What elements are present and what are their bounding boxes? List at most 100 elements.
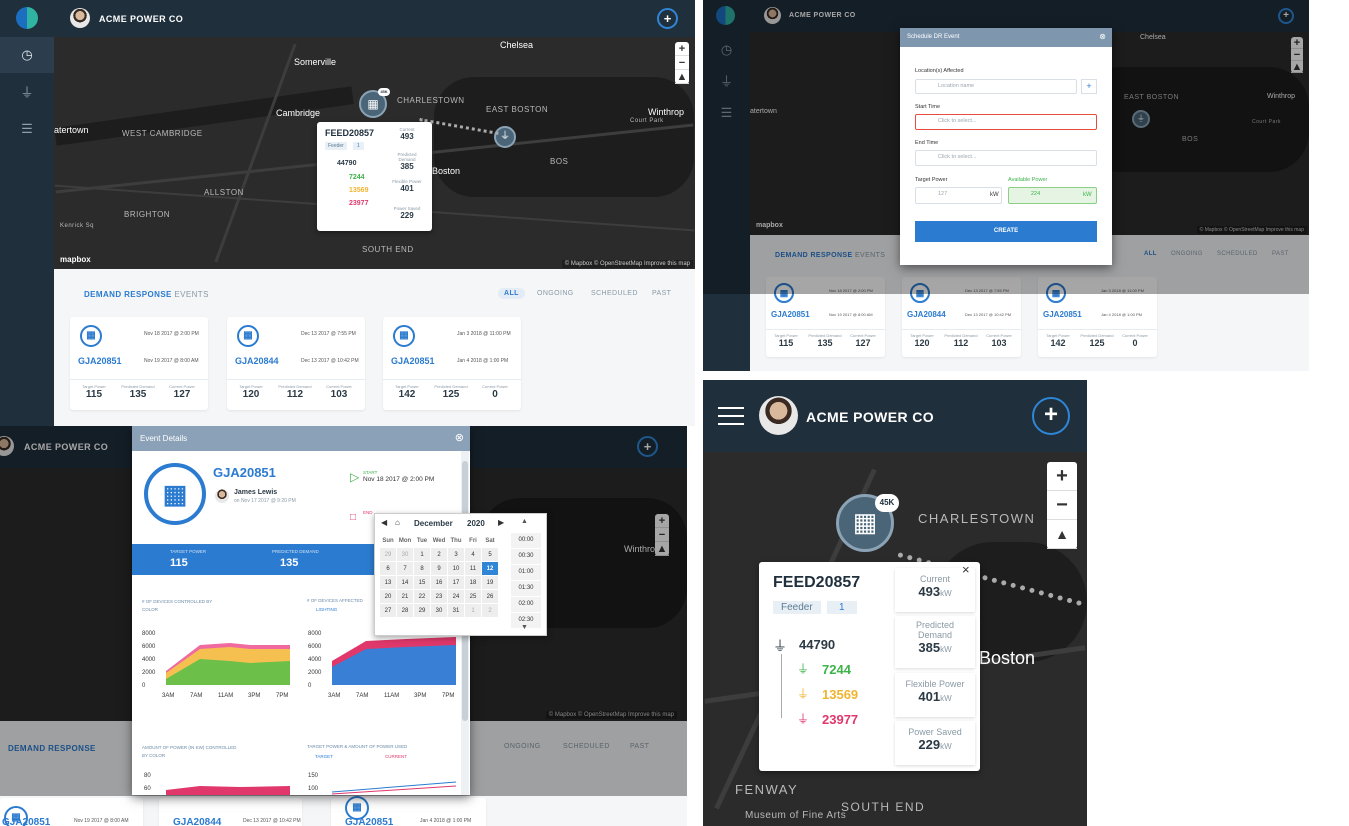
dr-title: DEMAND RESPONSE [84,290,172,299]
filter-scheduled[interactable]: SCHEDULED [591,290,638,297]
time-up-icon[interactable]: ▲ [521,518,528,525]
map[interactable]: Chelsea Somerville Cambridge CHARLESTOWN… [54,37,695,269]
event-card[interactable]: ▦ GJA20851 Nov 19 2017 @ 8:00 AM [0,798,143,826]
time-option[interactable]: 01:30 [511,581,541,596]
day-cell-selected[interactable]: 12 [481,561,499,576]
sidebar-sliders-icon[interactable]: ☰ [0,111,54,147]
start-time-input[interactable]: Click to select... [915,114,1097,130]
home-icon[interactable]: ⌂ [395,518,400,527]
schedule-modal: Schedule DR Event ⊗ Location(s) Affected… [900,28,1112,265]
add-location-button[interactable]: + [1081,79,1097,94]
day-cell[interactable]: 25 [464,589,482,604]
time-option[interactable]: 00:00 [511,533,541,548]
event-card[interactable]: ▦ GJA20851 Jan 4 2018 @ 1:00 PM [331,796,486,826]
zoom-out-button[interactable]: − [675,56,689,70]
event-card[interactable]: ▦ GJA20844 Dec 13 2017 @ 7:55 PM Dec 13 … [227,317,365,410]
target-power-input[interactable]: 127 [915,187,1002,204]
day-cell[interactable]: 6 [379,561,397,576]
create-button[interactable]: CREATE [915,221,1097,242]
event-card[interactable]: GJA20844 Dec 13 2017 @ 10:42 PM [159,798,302,826]
time-down-icon[interactable]: ▼ [521,624,528,631]
card-target: Target Power 115 [74,384,114,400]
panel-schedule: ACME POWER CO + ◷ ⏚ ☰ Chelsea EAST BOSTO… [703,0,1309,371]
sidebar-clock-icon[interactable]: ◷ [0,37,54,73]
day-cell[interactable]: 11 [464,561,482,576]
day-cell[interactable]: 2 [430,547,448,562]
stat-current: Current 493 [389,127,425,141]
day-cell[interactable]: 16 [430,575,448,590]
day-cell[interactable]: 30 [430,603,448,618]
day-cell[interactable]: 23 [430,589,448,604]
day-cell[interactable]: 27 [379,603,397,618]
location-pin[interactable]: ⏚ [494,126,516,148]
day-cell[interactable]: 2 [481,603,499,618]
add-event-button[interactable]: + [657,8,678,29]
time-option[interactable]: 02:00 [511,597,541,612]
time-option[interactable]: 01:00 [511,565,541,580]
close-icon[interactable]: ⊗ [455,431,464,444]
day-cell[interactable]: 20 [379,589,397,604]
day-cell[interactable]: 31 [447,603,465,618]
day-cell[interactable]: 17 [447,575,465,590]
hamburger-menu-icon[interactable] [718,407,744,425]
year-select[interactable]: 2020 [467,519,485,528]
card-name: GJA20851 [1043,310,1082,319]
day-cell[interactable]: 15 [413,575,431,590]
day-cell[interactable]: 8 [413,561,431,576]
day-cell[interactable]: 4 [464,547,482,562]
zoom-controls: + − ▲ [1047,462,1077,549]
map-attribution[interactable]: © Mapbox © OpenStreetMap Improve this ma… [561,260,693,268]
y-tick: 2000 [308,670,322,676]
month-select[interactable]: December [414,519,453,528]
week-row: 6 7 8 9 10 11 12 [379,561,499,576]
map-label: BRIGHTON [124,210,171,219]
compass-button[interactable]: ▲ [675,70,689,84]
zoom-in-button[interactable]: + [675,42,689,56]
add-event-button[interactable]: + [1032,397,1070,435]
day-cell[interactable]: 24 [447,589,465,604]
day-cell[interactable]: 10 [447,561,465,576]
day-cell[interactable]: 26 [481,589,499,604]
day-cell[interactable]: 5 [481,547,499,562]
prev-month-icon[interactable]: ◀ [381,518,387,527]
zoom-out-button[interactable]: − [1047,491,1077,520]
day-cell[interactable]: 18 [464,575,482,590]
stat-value: 103 [991,338,1007,348]
day-cell[interactable]: 29 [379,547,397,562]
next-month-icon[interactable]: ▶ [498,518,504,527]
map-label: Winthrop [648,107,685,117]
day-cell[interactable]: 1 [464,603,482,618]
map[interactable]: CHARLESTOWN Boston FENWAY SOUTH END Muse… [703,452,1087,826]
map-label: Court Park [630,118,664,124]
day-cell[interactable]: 7 [396,561,414,576]
day-cell[interactable]: 1 [413,547,431,562]
day-cell[interactable]: 22 [413,589,431,604]
day-cell[interactable]: 3 [447,547,465,562]
day-cell[interactable]: 29 [413,603,431,618]
day-cell[interactable]: 9 [430,561,448,576]
time-option[interactable]: 00:30 [511,549,541,564]
avatar[interactable] [70,8,90,28]
avatar[interactable] [759,396,798,435]
target-power-value: 115 [170,557,188,569]
event-card[interactable]: ▦ GJA20851 Jan 3 2018 @ 11:00 PM Jan 4 2… [383,317,521,410]
end-time-input[interactable]: Click to select... [915,150,1097,166]
day-cell[interactable]: 19 [481,575,499,590]
feeder-tag: Feeder [325,142,347,150]
close-icon[interactable]: ⊗ [1099,32,1106,41]
event-card[interactable]: ▦ GJA20851 Nov 18 2017 @ 2:00 PM Nov 19 … [70,317,208,410]
day-cell[interactable]: 14 [396,575,414,590]
sidebar-plug-icon[interactable]: ⏚ [0,75,54,111]
x-tick: 7PM [276,693,288,699]
day-cell[interactable]: 30 [396,547,414,562]
filter-ongoing[interactable]: ONGOING [537,290,574,297]
stat-value: 103 [330,389,348,400]
location-input[interactable]: Location name [915,79,1077,94]
day-cell[interactable]: 28 [396,603,414,618]
zoom-in-button[interactable]: + [1047,462,1077,491]
compass-button[interactable]: ▲ [1047,520,1077,549]
filter-all[interactable]: ALL [498,288,525,299]
day-cell[interactable]: 13 [379,575,397,590]
filter-past[interactable]: PAST [652,290,671,297]
day-cell[interactable]: 21 [396,589,414,604]
